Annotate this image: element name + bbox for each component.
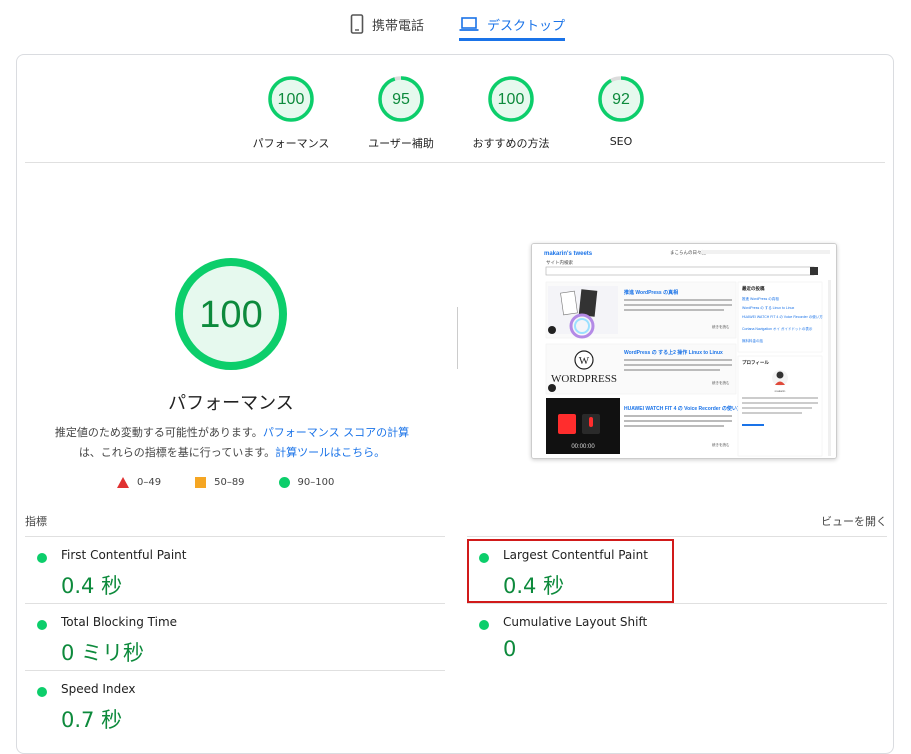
svg-text:WordPress の する上2 操作 Linux to L: WordPress の する上2 操作 Linux to Linux	[624, 349, 723, 356]
metric-value: 0	[503, 637, 517, 661]
svg-text:100: 100	[278, 91, 305, 108]
screenshot-thumbnail: makarin's tweets まこらんの日々記 サイト内検索 推進 Word…	[532, 244, 836, 458]
svg-text:続きを読む: 続きを読む	[712, 380, 730, 385]
gauge-seo[interactable]: 92 SEO	[566, 75, 676, 148]
pass-dot-icon	[37, 620, 47, 630]
gauge-ring: 95	[378, 76, 424, 122]
divider	[25, 603, 445, 604]
expand-view-button[interactable]: ビューを開く	[821, 513, 887, 529]
svg-text:続きを読む: 続きを読む	[712, 442, 730, 447]
svg-text:無料料金の話: 無料料金の話	[742, 338, 763, 343]
legend-average: 50–89	[195, 477, 245, 488]
circle-icon	[278, 477, 290, 488]
divider	[467, 536, 887, 537]
pass-dot-icon	[37, 553, 47, 563]
device-tabs: 携帯電話 デスクトップ	[0, 0, 911, 46]
gauge-best-practices[interactable]: 100 おすすめの方法	[456, 75, 566, 151]
gauge-performance[interactable]: 100 パフォーマンス	[236, 75, 346, 151]
svg-text:makarin: makarin	[775, 389, 786, 393]
category-gauges: 100 パフォーマンス 95 ユーザー補助 100 おすすめの方法 92 SEO	[17, 75, 895, 165]
gauge-accessibility[interactable]: 95 ユーザー補助	[346, 75, 456, 151]
svg-text:92: 92	[612, 91, 630, 108]
phone-icon	[350, 14, 364, 34]
gauge-label: ユーザー補助	[368, 137, 434, 150]
gauge-label: SEO	[609, 135, 633, 148]
gauge-ring: 92	[598, 76, 644, 122]
tab-desktop-label: デスクトップ	[487, 18, 566, 34]
gauge-label: おすすめの方法	[472, 137, 550, 150]
svg-text:100: 100	[199, 294, 262, 336]
pass-dot-icon	[37, 687, 47, 697]
svg-text:サイト内検索: サイト内検索	[546, 259, 573, 266]
svg-text:00:00:00: 00:00:00	[571, 444, 595, 450]
svg-text:100: 100	[498, 91, 525, 108]
metric-name: Cumulative Layout Shift	[503, 615, 648, 629]
svg-text:Cortana Navigation オイ ガイドドットの表: Cortana Navigation オイ ガイドドットの表示	[742, 326, 813, 331]
score-calc-link[interactable]: パフォーマンス スコアの計算	[263, 426, 409, 439]
svg-text:プロフィール: プロフィール	[742, 359, 769, 366]
metric-name: Total Blocking Time	[61, 615, 178, 629]
svg-text:W: W	[579, 355, 590, 367]
svg-text:WORDPRESS: WORDPRESS	[551, 373, 617, 385]
score-legend: 0–49 50–89 90–100	[117, 477, 368, 488]
metric-name: Speed Index	[61, 682, 136, 696]
laptop-icon	[459, 17, 479, 31]
highlight-box	[467, 539, 674, 603]
performance-score-gauge: 100	[175, 258, 287, 370]
svg-text:HUAWEI WATCH FIT 4 の Voice Rec: HUAWEI WATCH FIT 4 の Voice Recorder の使い方	[742, 314, 823, 319]
gauge-ring: 100	[488, 76, 534, 122]
gauge-label: パフォーマンス	[252, 137, 330, 150]
legend-fail: 0–49	[117, 477, 161, 488]
metric-value: 0.4 秒	[61, 574, 123, 598]
metric-value: 0 ミリ秒	[61, 641, 145, 665]
svg-text:makarin's tweets: makarin's tweets	[544, 251, 593, 257]
desc-text: 推定値のため変動する可能性があります。	[54, 426, 263, 439]
performance-description: 推定値のため変動する可能性があります。パフォーマンス スコアの計算は、これらの指…	[47, 423, 417, 463]
divider	[25, 670, 445, 671]
performance-title: パフォーマンス	[168, 393, 294, 414]
metrics-header: 指標 ビューを開く	[25, 513, 887, 529]
svg-text:推進 WordPress の真相: 推進 WordPress の真相	[624, 289, 678, 296]
gauge-ring: 100	[268, 76, 314, 122]
divider	[25, 536, 445, 537]
tab-mobile[interactable]: 携帯電話	[350, 8, 424, 40]
tab-mobile-label: 携帯電話	[372, 18, 425, 34]
divider	[467, 603, 887, 604]
square-icon	[195, 477, 207, 488]
tab-desktop[interactable]: デスクトップ	[459, 8, 566, 41]
legend-pass: 90–100	[278, 477, 334, 488]
metric-name: First Contentful Paint	[61, 548, 187, 562]
pass-dot-icon	[479, 620, 489, 630]
report-card: 100 パフォーマンス 95 ユーザー補助 100 おすすめの方法 92 SEO…	[16, 54, 894, 754]
divider	[25, 162, 885, 163]
svg-text:続きを読む: 続きを読む	[712, 324, 730, 329]
svg-text:95: 95	[392, 91, 410, 108]
metric-value: 0.7 秒	[61, 708, 123, 732]
triangle-icon	[117, 477, 129, 488]
svg-text:推進 WordPress の真相: 推進 WordPress の真相	[742, 296, 779, 301]
svg-text:まこらんの日々記: まこらんの日々記	[670, 249, 706, 256]
svg-text:最近の投稿: 最近の投稿	[742, 285, 765, 292]
svg-text:HUAWEI WATCH FIT 4 の Voice Rec: HUAWEI WATCH FIT 4 の Voice Recorder の使い方	[624, 405, 742, 412]
svg-text:WordPress の する Linux to Linux: WordPress の する Linux to Linux	[742, 305, 795, 310]
calculator-link[interactable]: 計算ツールはこちら。	[275, 446, 385, 459]
page-screenshot[interactable]: makarin's tweets まこらんの日々記 サイト内検索 推進 Word…	[531, 243, 837, 459]
desc-text: は、これらの指標を基に行っています。	[78, 446, 276, 459]
vertical-divider	[457, 307, 458, 369]
metrics-title: 指標	[25, 515, 47, 528]
